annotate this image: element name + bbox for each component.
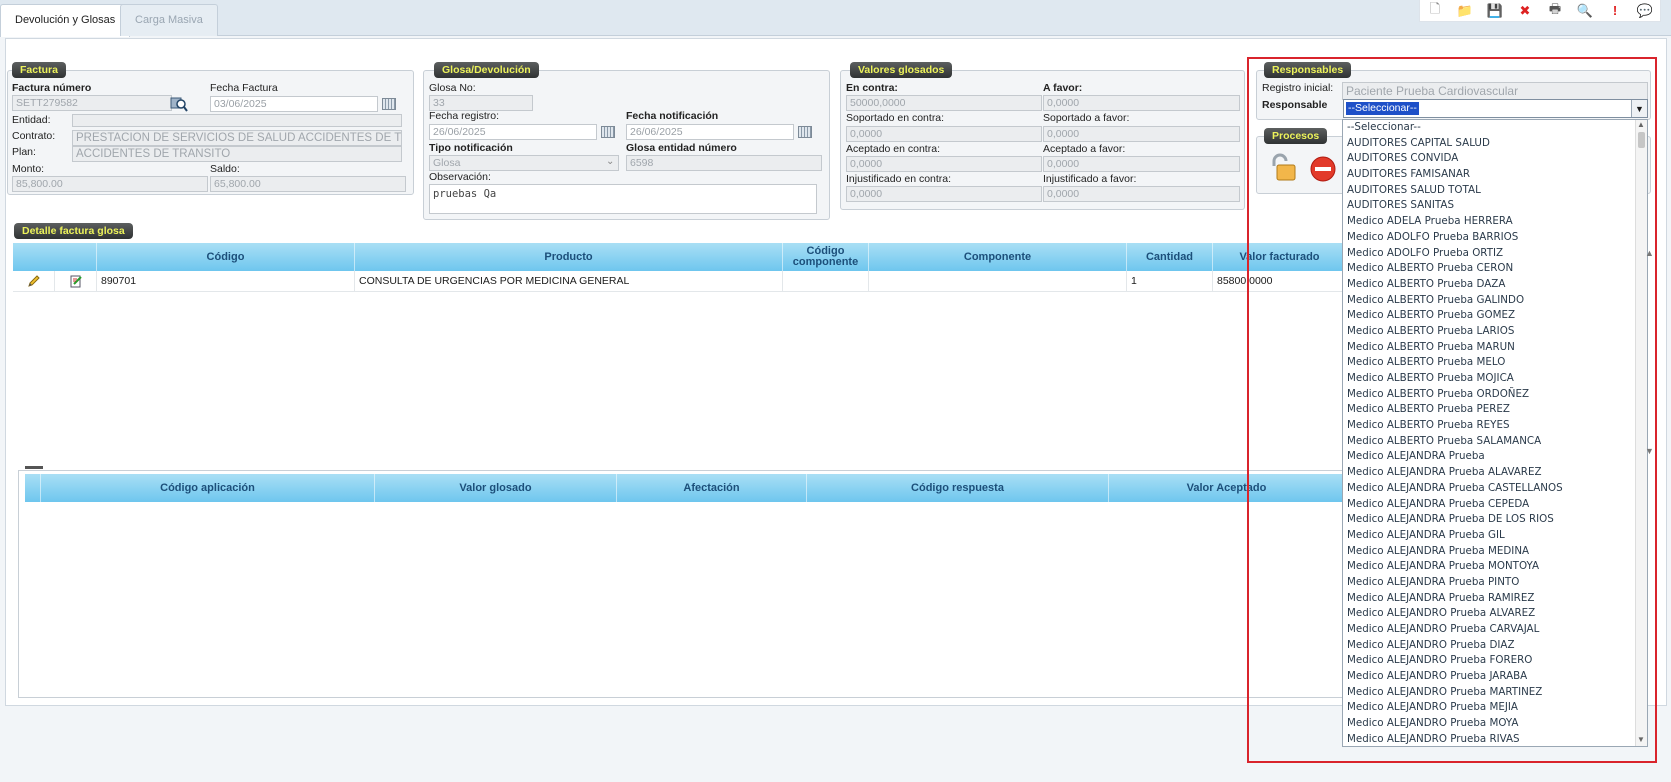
highlight-box — [1247, 57, 1657, 763]
injustificado-contra-field[interactable]: 0,0000 — [846, 186, 1042, 202]
grid-header-cantidad[interactable]: Cantidad — [1127, 243, 1213, 271]
tab-carga-masiva[interactable]: Carga Masiva — [120, 4, 218, 36]
aceptado-favor-field[interactable]: 0,0000 — [1043, 156, 1240, 172]
fecha-notificacion-field[interactable]: 26/06/2025 — [626, 124, 794, 140]
grid-header-codigo[interactable]: Código — [97, 243, 355, 271]
aceptado-favor-label: Aceptado a favor: — [1043, 143, 1126, 155]
entidad-field[interactable] — [72, 114, 402, 127]
cell-componente — [869, 271, 1127, 291]
entidad-label: Entidad: — [12, 114, 51, 126]
new-doc-icon[interactable]: 🗋 — [1420, 0, 1450, 21]
grid-header-codigo-componente[interactable]: Código componente — [783, 243, 869, 271]
grid-header-componente[interactable]: Componente — [869, 243, 1127, 271]
aplicacion-grid-header: Código aplicación Valor glosado Afectaci… — [25, 474, 1345, 502]
cell-cantidad: 1 — [1127, 271, 1213, 291]
page-scroll-up-icon[interactable]: ▲ — [1645, 248, 1654, 258]
plan-label: Plan: — [12, 146, 36, 158]
fecha-factura-field[interactable]: 03/06/2025 — [210, 96, 378, 112]
a-favor-field[interactable]: 0,0000 — [1043, 95, 1240, 111]
search-icon[interactable] — [170, 96, 188, 112]
grid-header-producto[interactable]: Producto — [355, 243, 783, 271]
grid-header-codigo-aplicacion[interactable]: Código aplicación — [41, 474, 375, 502]
soportado-favor-field[interactable]: 0,0000 — [1043, 126, 1240, 142]
tipo-notificacion-select[interactable]: Glosa — [429, 155, 619, 171]
grid-header-afectacion[interactable]: Afectación — [617, 474, 807, 502]
injustificado-favor-label: Injustificado a favor: — [1043, 173, 1137, 185]
en-contra-field[interactable]: 50000,0000 — [846, 95, 1042, 111]
tab-devolucion-glosas[interactable]: Devolución y Glosas — [0, 4, 131, 37]
table-row[interactable]: 890701 CONSULTA DE URGENCIAS POR MEDICIN… — [13, 271, 1347, 292]
observacion-textarea[interactable]: pruebas Qa — [429, 184, 817, 214]
toolbar: 🗋 📁 💾 ✖ 🖶 🔍 ! 💬 — [1419, 0, 1661, 22]
factura-numero-field[interactable]: SETT279582 — [12, 95, 172, 111]
print-icon[interactable]: 🖶 — [1540, 0, 1570, 21]
monto-label: Monto: — [12, 163, 45, 175]
injustificado-contra-label: Injustificado en contra: — [846, 173, 952, 185]
edit-note-icon[interactable] — [55, 271, 97, 291]
grid-header-valor-glosado[interactable]: Valor glosado — [375, 474, 617, 502]
saldo-label: Saldo: — [210, 163, 240, 175]
edit-pencil-icon[interactable] — [13, 271, 55, 291]
aceptado-contra-field[interactable]: 0,0000 — [846, 156, 1042, 172]
contrato-field[interactable]: PRESTACION DE SERVICIOS DE SALUD ACCIDEN… — [72, 130, 402, 146]
aceptado-contra-label: Aceptado en contra: — [846, 143, 940, 155]
detalle-grid-header: Código Producto Código componente Compon… — [13, 243, 1347, 271]
en-contra-label: En contra: — [846, 82, 898, 94]
soportado-favor-label: Soportado a favor: — [1043, 112, 1130, 124]
plan-field[interactable]: ACCIDENTES DE TRANSITO — [72, 146, 402, 162]
comment-icon[interactable]: 💬 — [1630, 0, 1660, 21]
glosa-legend: Glosa/Devolución — [434, 62, 539, 78]
detalle-legend: Detalle factura glosa — [14, 223, 133, 239]
contrato-label: Contrato: — [12, 130, 56, 142]
saldo-field[interactable]: 65,800.00 — [210, 176, 406, 192]
glosa-entidad-numero-label: Glosa entidad número — [626, 142, 737, 154]
glosa-no-field[interactable]: 33 — [429, 95, 533, 111]
fecha-factura-label: Fecha Factura — [210, 82, 278, 94]
factura-legend: Factura — [12, 62, 66, 78]
cell-codigo-componente — [783, 271, 869, 291]
fecha-registro-label: Fecha registro: — [429, 110, 500, 122]
chevron-down-icon: ⌄ — [606, 156, 615, 167]
soportado-contra-label: Soportado en contra: — [846, 112, 945, 124]
calendar-icon[interactable] — [382, 98, 396, 110]
soportado-contra-field[interactable]: 0,0000 — [846, 126, 1042, 142]
alert-icon[interactable]: ! — [1600, 0, 1630, 21]
injustificado-favor-field[interactable]: 0,0000 — [1043, 186, 1240, 202]
grid-header-actions — [13, 243, 97, 271]
valores-legend: Valores glosados — [850, 62, 953, 78]
a-favor-label: A favor: — [1043, 82, 1083, 94]
aplicacion-panel — [18, 470, 1348, 698]
factura-numero-label: Factura número — [12, 82, 92, 94]
folder-icon[interactable]: 📁 — [1450, 0, 1480, 21]
fecha-notificacion-label: Fecha notificación — [626, 110, 719, 122]
calendar-icon[interactable] — [798, 126, 812, 138]
glosa-no-label: Glosa No: — [429, 82, 476, 94]
glosa-entidad-numero-field[interactable]: 6598 — [626, 155, 822, 171]
save-icon[interactable]: 💾 — [1480, 0, 1510, 21]
monto-field[interactable]: 85,800.00 — [12, 176, 208, 192]
grid-header-select — [25, 474, 41, 502]
collapse-handle[interactable] — [25, 466, 43, 469]
tipo-notificacion-label: Tipo notificación — [429, 142, 513, 154]
observacion-label: Observación: — [429, 171, 491, 183]
grid-header-codigo-respuesta[interactable]: Código respuesta — [807, 474, 1109, 502]
cell-codigo: 890701 — [97, 271, 355, 291]
delete-icon[interactable]: ✖ — [1510, 0, 1540, 21]
preview-icon[interactable]: 🔍 — [1570, 0, 1600, 21]
fecha-registro-field[interactable]: 26/06/2025 — [429, 124, 597, 140]
calendar-icon[interactable] — [601, 126, 615, 138]
cell-producto: CONSULTA DE URGENCIAS POR MEDICINA GENER… — [355, 271, 783, 291]
page-scroll-down-icon[interactable]: ▼ — [1645, 446, 1654, 456]
